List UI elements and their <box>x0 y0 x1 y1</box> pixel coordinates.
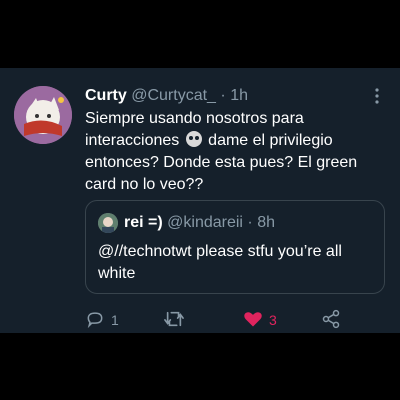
author-name[interactable]: Curty <box>85 87 127 104</box>
quoted-tweet-header: rei =) @kindareii · 8h <box>124 213 275 233</box>
tweet-text: Siempre usando nosotros para interaccion… <box>85 108 375 196</box>
tweet-time[interactable]: 1h <box>230 87 248 104</box>
tweet-actions: 1 3 <box>85 308 385 332</box>
quoted-separator-dot: · <box>247 214 253 231</box>
retweet-icon <box>163 309 185 332</box>
skull-emoji-icon <box>185 131 202 147</box>
reply-icon <box>85 309 105 332</box>
tweet-card[interactable]: Curty @Curtycat_ · 1h Siempre usando nos… <box>0 68 400 333</box>
author-handle[interactable]: @Curtycat_ <box>131 87 216 104</box>
quoted-author-avatar <box>98 213 118 233</box>
more-icon[interactable] <box>368 86 386 106</box>
reply-button[interactable]: 1 <box>85 308 119 332</box>
quoted-author-name: rei =) <box>124 214 163 231</box>
retweet-button[interactable] <box>163 308 191 332</box>
reply-count: 1 <box>111 312 119 328</box>
tweet-header: Curty @Curtycat_ · 1h <box>85 86 248 106</box>
like-icon <box>243 309 263 332</box>
author-avatar[interactable] <box>14 86 72 144</box>
separator-dot: · <box>220 87 226 104</box>
quoted-tweet[interactable]: rei =) @kindareii · 8h @//technotwt plea… <box>85 200 385 294</box>
share-icon <box>321 309 341 332</box>
quoted-tweet-time: 8h <box>257 214 275 231</box>
quoted-author-handle: @kindareii <box>167 214 243 231</box>
share-button[interactable] <box>321 308 341 332</box>
like-count: 3 <box>269 312 277 328</box>
quoted-tweet-text: @//technotwt please stfu you’re all whit… <box>98 243 342 282</box>
like-button[interactable]: 3 <box>243 308 277 332</box>
